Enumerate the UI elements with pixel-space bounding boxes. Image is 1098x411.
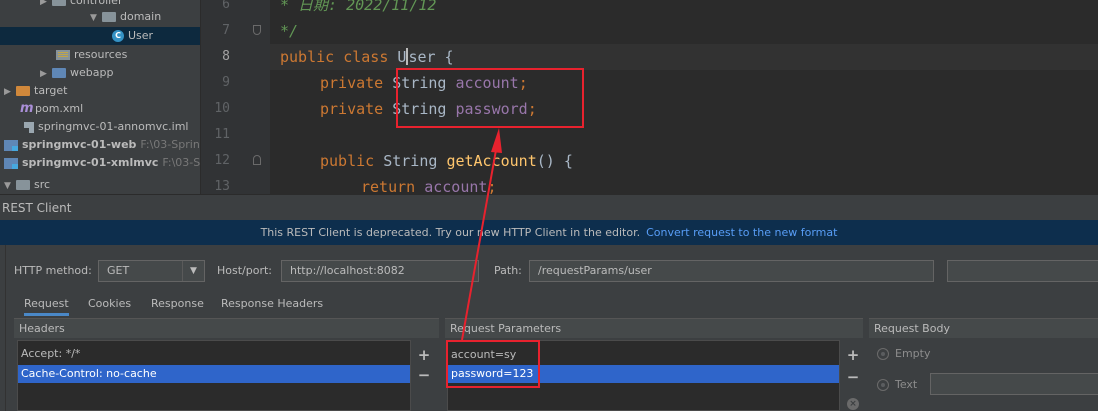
line-number: 9: [222, 75, 230, 90]
tree-item-iml[interactable]: springmvc-01-annomvc.iml: [24, 118, 188, 136]
chevron-down-icon[interactable]: ▼: [90, 9, 102, 27]
line-number: 7: [222, 23, 230, 38]
tab-response[interactable]: Response: [151, 294, 204, 316]
tree-item-springmvc-01-web[interactable]: springmvc-01-webF:\03-Spring\: [4, 136, 200, 154]
tree-item-webapp[interactable]: ▶ webapp: [40, 64, 113, 82]
path-input[interactable]: /requestParams/user: [529, 260, 934, 282]
tree-item-label: webapp: [70, 66, 114, 79]
module-icon: [4, 157, 18, 169]
add-header-icon[interactable]: +: [417, 348, 431, 363]
body-text-label: Text: [895, 378, 918, 391]
chevron-right-icon[interactable]: ▶: [4, 83, 16, 101]
folder-icon: [16, 180, 30, 190]
headers-list[interactable]: Accept: */* Cache-Control: no-cache: [17, 340, 411, 411]
folder-icon: [16, 86, 30, 96]
host-port-label: Host/port:: [217, 264, 273, 277]
folder-icon: [102, 12, 116, 22]
module-file-icon: [24, 121, 34, 133]
tree-item-resources[interactable]: resources: [56, 46, 127, 64]
chevron-down-icon[interactable]: ▼: [4, 177, 16, 194]
resources-folder-icon: [56, 50, 70, 60]
tree-item-springmvc-01-xmlmvc[interactable]: springmvc-01-xmlmvcF:\03-Spr: [4, 154, 200, 172]
tree-item-label: springmvc-01-annomvc.iml: [38, 120, 189, 133]
headers-title: Headers: [14, 318, 439, 338]
tool-strip: [0, 245, 6, 411]
body-empty-radio[interactable]: [877, 348, 889, 360]
code-line-12: public String getAccount() {: [320, 152, 573, 170]
body-text-radio[interactable]: [877, 379, 889, 391]
clear-parameters-icon[interactable]: ×: [847, 398, 859, 410]
annotation-box-params: [446, 340, 540, 388]
extra-input[interactable]: [947, 260, 1098, 282]
deprecation-banner: This REST Client is deprecated. Try our …: [0, 220, 1098, 245]
http-method-label: HTTP method:: [14, 264, 92, 277]
tree-item-label: springmvc-01-xmlmvc: [22, 156, 159, 169]
body-empty-label: Empty: [895, 347, 931, 360]
chevron-down-icon[interactable]: ▼: [182, 261, 204, 281]
tree-item-label: springmvc-01-web: [22, 138, 137, 151]
fold-start-icon[interactable]: [253, 155, 261, 165]
tree-item-label: pom.xml: [35, 102, 84, 115]
tree-item-label: controller: [70, 0, 123, 7]
line-number: 12: [214, 153, 230, 168]
maven-icon: m: [20, 101, 34, 116]
annotation-box-fields: [396, 68, 584, 128]
header-row[interactable]: Accept: */*: [18, 345, 410, 363]
add-parameter-icon[interactable]: +: [846, 348, 860, 363]
editor-gutter: 6 7 8 9 10 11 12 13: [200, 0, 270, 194]
tab-response-headers[interactable]: Response Headers: [221, 294, 323, 316]
line-number: 10: [214, 101, 230, 116]
folder-icon: [52, 0, 66, 6]
web-folder-icon: [52, 68, 66, 78]
http-method-value: GET: [107, 264, 130, 277]
header-row[interactable]: Cache-Control: no-cache: [18, 365, 410, 383]
fold-end-icon[interactable]: [253, 25, 261, 35]
tree-item-src[interactable]: ▼ src: [4, 176, 50, 194]
line-number: 8: [222, 49, 230, 64]
project-tree: ▶ controller ▼ domain C User resources ▶ web…: [0, 0, 200, 194]
code-line-6: * 日期: 2022/11/12: [280, 0, 437, 14]
body-text-input[interactable]: [930, 373, 1098, 395]
tree-item-label: src: [34, 178, 51, 191]
remove-header-icon[interactable]: −: [417, 368, 431, 383]
module-icon: [4, 139, 18, 151]
code-line-7: */: [280, 22, 299, 40]
remove-parameter-icon[interactable]: −: [846, 370, 860, 385]
chevron-right-icon[interactable]: ▶: [40, 0, 52, 11]
tab-request[interactable]: Request: [24, 294, 69, 316]
code-line-8: public class User {: [270, 44, 1098, 70]
tree-item-path: F:\03-Spring\: [140, 138, 200, 151]
tree-item-path: F:\03-Spr: [162, 156, 200, 169]
deprecation-message: This REST Client is deprecated. Try our …: [260, 226, 641, 239]
rest-client-title: REST Client: [0, 194, 1098, 220]
path-label: Path:: [494, 264, 522, 277]
tree-item-target[interactable]: ▶ target: [4, 82, 67, 100]
tree-item-label: User: [128, 29, 154, 42]
http-method-select[interactable]: GET ▼: [98, 260, 205, 282]
code-editor[interactable]: * 日期: 2022/11/12 */ public class User { …: [270, 0, 1098, 194]
request-body-title: Request Body: [869, 318, 1098, 338]
code-line-13: return account;: [361, 178, 497, 194]
tree-item-pom[interactable]: mpom.xml: [20, 100, 83, 118]
chevron-right-icon[interactable]: ▶: [40, 65, 52, 83]
tree-item-label: domain: [120, 10, 162, 23]
tree-item-label: target: [34, 84, 68, 97]
tab-cookies[interactable]: Cookies: [88, 294, 131, 316]
class-icon: C: [112, 30, 124, 42]
host-port-input[interactable]: http://localhost:8082: [281, 260, 479, 282]
tree-item-user[interactable]: C User: [0, 27, 200, 45]
line-number: 6: [222, 0, 230, 12]
tree-item-label: resources: [74, 48, 128, 61]
line-number: 11: [214, 127, 230, 142]
request-parameters-title: Request Parameters: [445, 318, 863, 338]
convert-request-link[interactable]: Convert request to the new format: [646, 226, 837, 239]
tree-item-domain[interactable]: ▼ domain: [90, 8, 161, 26]
